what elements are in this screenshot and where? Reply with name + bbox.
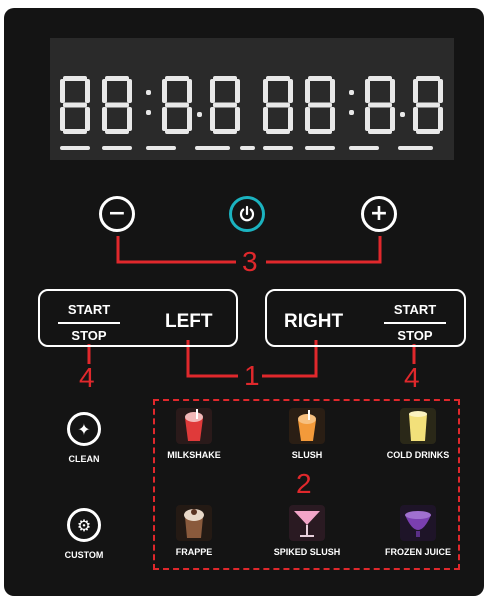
milkshake-icon: [176, 408, 212, 444]
left-start-label: START: [58, 302, 120, 324]
frappe-icon: [176, 505, 212, 541]
cold-drinks-icon: [400, 408, 436, 444]
callout-2: 2: [296, 468, 312, 499]
mode-frozen-juice-button[interactable]: FROZEN JUICE: [370, 505, 466, 557]
right-start-stop-button[interactable]: START STOP: [384, 302, 446, 343]
custom-label: CUSTOM: [64, 550, 104, 560]
custom-button[interactable]: ⚙ CUSTOM: [49, 508, 119, 560]
mode-label: COLD DRINKS: [386, 450, 450, 460]
clean-label: CLEAN: [68, 454, 100, 464]
left-side-label: LEFT: [165, 311, 213, 332]
callout-1: 1: [244, 360, 260, 391]
sparkle-icon: ✦: [67, 412, 101, 446]
right-start-label: START: [384, 302, 446, 324]
clean-button[interactable]: ✦ CLEAN: [49, 412, 119, 464]
mode-label: MILKSHAKE: [167, 450, 221, 460]
right-side-label: RIGHT: [284, 311, 344, 332]
mode-slush-button[interactable]: SLUSH: [259, 408, 355, 460]
spiked-slush-icon: [289, 505, 325, 541]
callout-3: 3: [242, 246, 258, 277]
right-stop-label: STOP: [397, 328, 433, 343]
left-stop-label: STOP: [71, 328, 107, 343]
right-control-box: RIGHT START STOP: [265, 289, 466, 347]
callout-4-right: 4: [404, 362, 420, 393]
mode-spiked-slush-button[interactable]: SPIKED SLUSH: [259, 505, 355, 557]
callout-4-left: 4: [79, 362, 95, 393]
mode-label: SPIKED SLUSH: [273, 547, 341, 557]
left-control-box: START STOP LEFT: [38, 289, 238, 347]
mode-label: SLUSH: [291, 450, 323, 460]
mode-frappe-button[interactable]: FRAPPE: [146, 505, 242, 557]
mode-milkshake-button[interactable]: MILKSHAKE: [146, 408, 242, 460]
left-start-stop-button[interactable]: START STOP: [58, 302, 120, 343]
mode-label: FRAPPE: [175, 547, 213, 557]
slush-icon: [289, 408, 325, 444]
gear-icon: ⚙: [67, 508, 101, 542]
mode-cold-drinks-button[interactable]: COLD DRINKS: [370, 408, 466, 460]
frozen-juice-icon: [400, 505, 436, 541]
mode-label: FROZEN JUICE: [384, 547, 451, 557]
